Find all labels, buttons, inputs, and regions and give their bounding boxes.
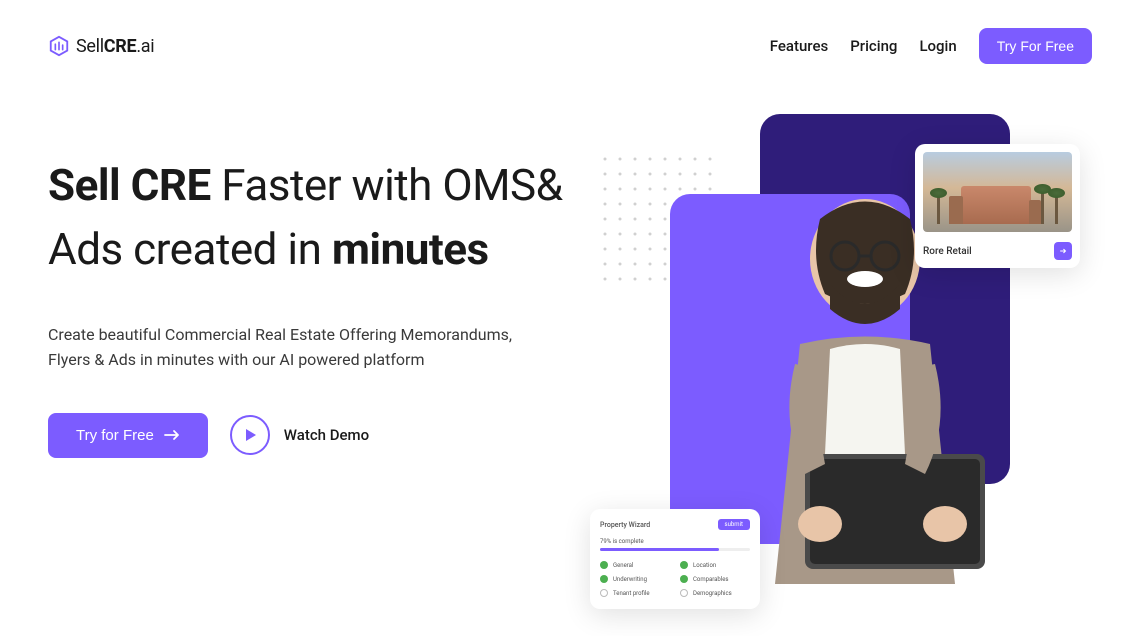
check-icon — [600, 575, 608, 583]
logo-text: SellCRE.ai — [76, 36, 154, 57]
retail-card-label: Rore Retail — [923, 246, 972, 257]
wizard-card: Property Wizard submit 79% is complete G… — [590, 509, 760, 609]
nav-login[interactable]: Login — [919, 37, 956, 55]
nav-features[interactable]: Features — [770, 37, 828, 55]
unchecked-icon — [680, 589, 688, 597]
watch-demo-button[interactable]: Watch Demo — [230, 415, 369, 455]
watch-demo-label: Watch Demo — [284, 426, 369, 444]
nav: Features Pricing Login Try For Free — [770, 28, 1092, 64]
wizard-item: Tenant profile — [600, 589, 670, 597]
wizard-progress-label: 79% is complete — [600, 538, 750, 545]
wizard-item: Demographics — [680, 589, 750, 597]
header: SellCRE.ai Features Pricing Login Try Fo… — [0, 0, 1140, 64]
try-free-label: Try for Free — [76, 427, 154, 444]
hero: Sell CRE Faster with OMS& Ads created in… — [0, 154, 1140, 458]
logo-icon — [48, 35, 70, 57]
hero-illustration: Rore Retail Property Wizard submit 79% i… — [590, 114, 1120, 634]
check-icon — [680, 575, 688, 583]
wizard-item-label: General — [613, 562, 633, 569]
wizard-item-label: Location — [693, 562, 716, 569]
retail-card: Rore Retail — [915, 144, 1080, 268]
retail-card-arrow-button[interactable] — [1054, 242, 1072, 260]
check-icon — [600, 561, 608, 569]
wizard-item-label: Comparables — [693, 576, 729, 583]
headline: Sell CRE Faster with OMS& Ads created in… — [48, 154, 608, 282]
wizard-badge[interactable]: submit — [718, 519, 750, 530]
wizard-item: Comparables — [680, 575, 750, 583]
wizard-item-label: Demographics — [693, 590, 732, 597]
wizard-item: General — [600, 561, 670, 569]
arrow-right-icon — [1059, 247, 1067, 255]
play-icon — [230, 415, 270, 455]
logo[interactable]: SellCRE.ai — [48, 35, 154, 57]
wizard-item: Underwriting — [600, 575, 670, 583]
wizard-item-label: Underwriting — [613, 576, 647, 583]
unchecked-icon — [600, 589, 608, 597]
wizard-item: Location — [680, 561, 750, 569]
nav-cta-button[interactable]: Try For Free — [979, 28, 1092, 64]
wizard-item-label: Tenant profile — [613, 590, 650, 597]
wizard-title: Property Wizard — [600, 521, 650, 529]
cta-row: Try for Free Watch Demo — [48, 413, 608, 458]
hero-subtext: Create beautiful Commercial Real Estate … — [48, 322, 518, 373]
try-free-button[interactable]: Try for Free — [48, 413, 208, 458]
retail-card-image — [923, 152, 1072, 232]
check-icon — [680, 561, 688, 569]
hero-left: Sell CRE Faster with OMS& Ads created in… — [48, 154, 608, 458]
nav-pricing[interactable]: Pricing — [850, 37, 897, 55]
wizard-progress-bar — [600, 548, 750, 551]
arrow-right-icon — [164, 429, 180, 441]
wizard-items: General Location Underwriting Comparable… — [600, 561, 750, 597]
